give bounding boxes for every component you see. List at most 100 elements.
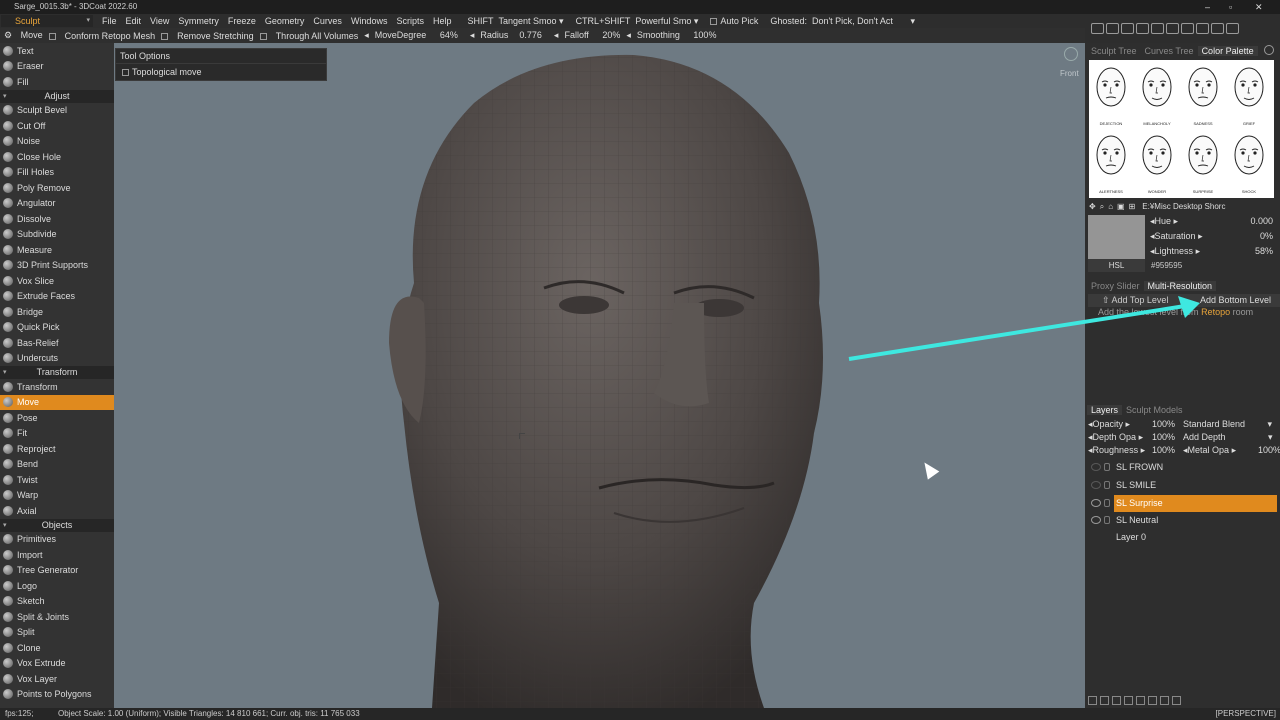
- hue-slider[interactable]: ◂Hue ▸ 0.000: [1150, 216, 1276, 229]
- light-icon[interactable]: [1136, 23, 1149, 34]
- folder-icon[interactable]: [1100, 696, 1109, 705]
- camera-icon[interactable]: [1106, 23, 1119, 34]
- tool-noise[interactable]: Noise: [0, 134, 114, 150]
- tab-sculpt-tree[interactable]: Sculpt Tree: [1087, 46, 1141, 56]
- smoothing-slider[interactable]: ◂ Smoothing 100%: [626, 30, 716, 41]
- lightness-slider[interactable]: ◂Lightness ▸ 58%: [1150, 246, 1276, 259]
- tab-color-palette[interactable]: Color Palette: [1197, 46, 1258, 56]
- tool-import[interactable]: Import: [0, 547, 114, 563]
- tool-split[interactable]: Split: [0, 625, 114, 641]
- layer-row[interactable]: SL Neutral: [1088, 512, 1277, 529]
- tool-pose[interactable]: Pose: [0, 410, 114, 426]
- tool-sketch[interactable]: Sketch: [0, 594, 114, 610]
- lock-icon[interactable]: [1104, 463, 1110, 471]
- pen-icon[interactable]: [1211, 23, 1224, 34]
- face-thumbnail[interactable]: SHOCK: [1231, 133, 1267, 194]
- menu-symmetry[interactable]: Symmetry: [178, 16, 219, 26]
- close-panel-icon[interactable]: [1264, 45, 1274, 55]
- room-selector[interactable]: Sculpt: [1, 15, 93, 27]
- tool-tree-generator[interactable]: Tree Generator: [0, 563, 114, 579]
- tool-vox-layer[interactable]: Vox Layer: [0, 671, 114, 687]
- tool-fill-holes[interactable]: Fill Holes: [0, 165, 114, 181]
- tool-points-to-polygons[interactable]: Points to Polygons: [0, 687, 114, 703]
- frame-icon[interactable]: ▣: [1117, 202, 1125, 211]
- tool-angulator[interactable]: Angulator: [0, 196, 114, 212]
- menu-curves[interactable]: Curves: [313, 16, 342, 26]
- tool-subdivide[interactable]: Subdivide: [0, 227, 114, 243]
- topological-move-checkbox[interactable]: Topological move: [116, 64, 326, 80]
- menu-file[interactable]: File: [102, 16, 117, 26]
- clear-icon[interactable]: [1172, 696, 1181, 705]
- tool-fill[interactable]: Fill: [0, 74, 114, 90]
- zoom-icon[interactable]: ⌕: [1100, 202, 1104, 212]
- tool-primitives[interactable]: Primitives: [0, 532, 114, 548]
- eye-icon[interactable]: [1091, 463, 1101, 471]
- falloff-slider[interactable]: ◂ Falloff 20%: [554, 30, 620, 41]
- tool-eraser[interactable]: Eraser: [0, 59, 114, 75]
- metal-opacity-slider[interactable]: ◂Metal Opa ▸: [1183, 445, 1236, 456]
- tool-vox-extrude[interactable]: Vox Extrude: [0, 656, 114, 672]
- close-icon[interactable]: ✕: [1255, 0, 1263, 14]
- menu-windows[interactable]: Windows: [351, 16, 388, 26]
- tool-poly-remove[interactable]: Poly Remove: [0, 180, 114, 196]
- move-down-icon[interactable]: [1160, 696, 1169, 705]
- move-degree-slider[interactable]: ◂ MoveDegree 64%: [364, 30, 458, 41]
- tool-extrude-faces[interactable]: Extrude Faces: [0, 289, 114, 305]
- home-icon[interactable]: ⌂: [1108, 202, 1113, 211]
- material-icon[interactable]: [1166, 23, 1179, 34]
- menu-help[interactable]: Help: [433, 16, 452, 26]
- tool-quick-pick[interactable]: Quick Pick: [0, 320, 114, 336]
- menu-edit[interactable]: Edit: [126, 16, 142, 26]
- face-thumbnail[interactable]: WONDER: [1139, 133, 1175, 194]
- menu-geometry[interactable]: Geometry: [265, 16, 305, 26]
- remove-stretching-checkbox[interactable]: Remove Stretching: [161, 31, 254, 41]
- tool-logo[interactable]: Logo: [0, 578, 114, 594]
- tool-axial[interactable]: Axial: [0, 503, 114, 519]
- eye-icon[interactable]: [1091, 499, 1101, 507]
- tool-transform[interactable]: Transform: [0, 379, 114, 395]
- brush-icon[interactable]: [1196, 23, 1209, 34]
- color-palette-image[interactable]: DEJECTION MELANCHOLY SADNESS GRIEF ALERTNESS…: [1089, 60, 1274, 198]
- tool-reproject[interactable]: Reproject: [0, 441, 114, 457]
- add-bottom-level-button[interactable]: Add Bottom Level: [1200, 295, 1271, 305]
- ctrlshift-brush-select[interactable]: Powerful Smo ▾: [635, 16, 698, 27]
- conform-checkbox[interactable]: Conform Retopo Mesh: [48, 31, 155, 41]
- add-icon[interactable]: ⊞: [1129, 202, 1136, 211]
- lock-icon[interactable]: [1104, 481, 1110, 489]
- saturation-slider[interactable]: ◂Saturation ▸ 0%: [1150, 231, 1276, 244]
- tool-clone[interactable]: Clone: [0, 640, 114, 656]
- palette-path[interactable]: E:¥Misc Desktop Shorc: [1142, 202, 1225, 211]
- maximize-icon[interactable]: ▫: [1229, 0, 1232, 14]
- layer-row[interactable]: SL SMILE: [1088, 477, 1277, 494]
- layer-row-selected[interactable]: SL Surprise: [1088, 495, 1277, 512]
- tool-bend[interactable]: Bend: [0, 457, 114, 473]
- transform-header[interactable]: Transform: [0, 366, 114, 379]
- auto-pick-checkbox[interactable]: Auto Pick: [710, 16, 758, 26]
- layer-row[interactable]: Layer 0: [1088, 529, 1277, 546]
- radius-slider[interactable]: ◂ Radius 0.776: [470, 30, 542, 41]
- tool-cut-off[interactable]: Cut Off: [0, 118, 114, 134]
- tool-warp[interactable]: Warp: [0, 488, 114, 504]
- merge-icon[interactable]: [1112, 696, 1121, 705]
- depth-opacity-slider[interactable]: ◂Depth Opa ▸: [1088, 432, 1143, 442]
- tab-layers[interactable]: Layers: [1087, 405, 1123, 415]
- shift-brush-select[interactable]: Tangent Smoo ▾: [498, 16, 563, 27]
- tab-sculpt-models[interactable]: Sculpt Models: [1122, 405, 1187, 415]
- tool-dissolve[interactable]: Dissolve: [0, 211, 114, 227]
- layer-row[interactable]: SL FROWN: [1088, 459, 1277, 476]
- move-up-icon[interactable]: [1148, 696, 1157, 705]
- roughness-slider[interactable]: ◂Roughness ▸: [1088, 445, 1145, 455]
- face-thumbnail[interactable]: ALERTNESS: [1093, 133, 1129, 194]
- tab-curves-tree[interactable]: Curves Tree: [1141, 46, 1198, 56]
- through-volumes-checkbox[interactable]: Through All Volumes: [259, 31, 358, 41]
- 3d-viewport[interactable]: [114, 43, 1085, 708]
- hex-color-value[interactable]: #959595: [1151, 261, 1182, 270]
- duplicate-icon[interactable]: [1124, 696, 1133, 705]
- grid-icon[interactable]: [1121, 23, 1134, 34]
- tool-fit[interactable]: Fit: [0, 426, 114, 442]
- tool-sculpt-bevel[interactable]: Sculpt Bevel: [0, 103, 114, 119]
- tool-move[interactable]: Move: [0, 394, 114, 410]
- eye-icon[interactable]: [1091, 516, 1101, 524]
- tool-bas-relief[interactable]: Bas-Relief: [0, 335, 114, 351]
- view-cube-icon[interactable]: [1064, 47, 1078, 61]
